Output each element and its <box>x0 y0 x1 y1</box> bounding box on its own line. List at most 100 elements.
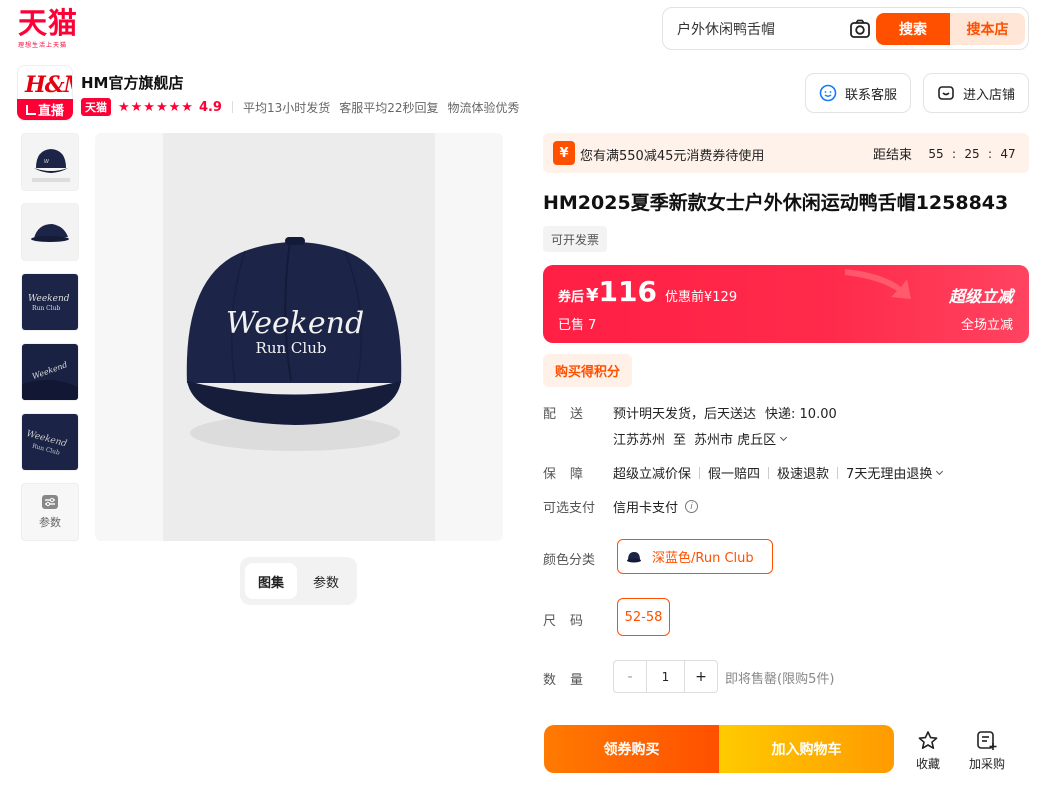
price-currency: ¥ <box>586 285 599 306</box>
thumbnail-3[interactable]: Weekend Run Club <box>21 273 79 331</box>
invoice-tag: 可开发票 <box>543 226 608 252</box>
sku-size-option[interactable]: 52-58 <box>617 598 670 636</box>
coupon-text: 您有满550减45元消费券待使用 <box>580 149 765 164</box>
cap-mini-icon <box>627 551 641 562</box>
cap-embroidery-line1: Weekend <box>226 306 364 341</box>
image-tab-switch: 图集 参数 <box>240 557 357 605</box>
live-icon <box>25 104 36 115</box>
chevron-down-icon <box>936 467 944 475</box>
coupon-icon: ¥ <box>553 141 575 165</box>
tab-params[interactable]: 参数 <box>300 563 352 599</box>
contact-service-button[interactable]: 联系客服 <box>805 73 911 113</box>
purchase-list-button[interactable]: 加采购 <box>964 730 1010 772</box>
favorite-button[interactable]: 收藏 <box>905 730 951 772</box>
points-tag[interactable]: 购买得积分 <box>543 354 633 387</box>
shipping-fee: 快递: 10.00 <box>765 407 837 422</box>
cap-illustration: Weekend Run Club <box>186 237 402 451</box>
live-label: 直播 <box>37 104 64 119</box>
params-thumb-label: 参数 <box>39 516 61 529</box>
quantity-decrease-button[interactable]: - <box>614 661 646 692</box>
contact-service-label: 联系客服 <box>844 87 897 103</box>
tmall-logo[interactable]: 天猫 理想生活上天猫 <box>18 8 88 54</box>
add-to-cart-button[interactable]: 加入购物车 <box>719 725 894 773</box>
sku-color-option[interactable]: 深蓝色/Run Club <box>617 539 773 574</box>
sold-count: 已售 7 <box>558 318 597 333</box>
logo-tagline: 理想生活上天猫 <box>18 42 68 49</box>
sliders-icon <box>42 495 58 509</box>
star-icon <box>918 731 938 749</box>
purchase-buttons: 领券购买 加入购物车 <box>544 725 894 773</box>
size-label: 尺码 <box>543 614 598 629</box>
info-icon[interactable]: i <box>685 500 699 513</box>
ship-to: 苏州市 虎丘区 <box>694 433 777 448</box>
shop-name[interactable]: HM官方旗舰店 <box>81 72 183 93</box>
chevron-down-icon <box>780 433 788 441</box>
ship-from: 江苏苏州 <box>613 433 666 448</box>
guarantee-item: 超级立减价保 <box>613 467 692 482</box>
guarantee-item: 极速退款 <box>777 467 830 482</box>
shop-search-button[interactable]: 搜本店 <box>950 13 1025 45</box>
original-price: 优惠前¥129 <box>665 290 738 305</box>
promo-title: 超级立减 <box>948 287 1013 306</box>
countdown-minutes: 25 <box>964 146 980 161</box>
quantity-stepper: - 1 + <box>613 660 718 693</box>
metric-logistics: 物流体验优秀 <box>447 100 520 115</box>
guarantee-list[interactable]: 超级立减价保 假一赔四 极速退款 7天无理由退换 <box>613 463 944 482</box>
quantity-label: 数量 <box>543 673 598 688</box>
store-icon <box>938 86 954 100</box>
tab-gallery[interactable]: 图集 <box>245 563 297 599</box>
delivery-label: 配送 <box>543 407 598 422</box>
price-row: 券后 ¥ 116 优惠前¥129 <box>558 275 737 308</box>
shop-metrics: 天猫 ★★★★★★ 4.9 平均13小时发货 客服平均22秒回复 物流体验优秀 <box>81 98 529 116</box>
delivery-info: 预计明天发货，后天送达 快递: 10.00 <box>613 403 837 422</box>
buy-now-button[interactable]: 领券购买 <box>544 725 719 773</box>
guarantee-item: 7天无理由退换 <box>846 467 933 482</box>
quantity-input[interactable]: 1 <box>646 661 685 692</box>
divider <box>699 466 701 479</box>
thumbnail-5[interactable]: Weekend Run Club <box>21 413 79 471</box>
purchase-list-icon <box>977 731 997 750</box>
live-badge[interactable]: 直播 <box>17 99 73 120</box>
color-value: 深蓝色/Run Club <box>652 551 754 566</box>
stock-note: 即将售罄(限购5件) <box>725 672 835 687</box>
service-icon <box>819 84 837 102</box>
main-product-image[interactable]: Weekend Run Club <box>95 133 503 541</box>
thumbnail-1[interactable]: W <box>21 133 79 191</box>
countdown-label: 距结束 <box>872 148 912 163</box>
countdown: 距结束 55 : 25 : 47 <box>872 144 1019 164</box>
payment-info: 信用卡支付 i <box>613 497 699 516</box>
params-thumbnail[interactable]: 参数 <box>21 483 79 541</box>
favorite-label: 收藏 <box>915 757 940 771</box>
delivery-eta: 预计明天发货，后天送达 <box>613 407 757 422</box>
tmall-tag: 天猫 <box>81 98 111 116</box>
rating-value: 4.9 <box>198 99 222 115</box>
cap-embroidery-line2: Run Club <box>256 339 327 357</box>
camera-icon[interactable] <box>849 19 871 39</box>
countdown-colon: : <box>951 146 957 161</box>
rating-stars-icon: ★★★★★★ <box>118 99 194 115</box>
purchase-list-label: 加采购 <box>968 757 1005 771</box>
divider <box>768 466 770 479</box>
thumbnail-4[interactable]: Weekend <box>21 343 79 401</box>
divider <box>231 101 233 113</box>
search-input[interactable] <box>677 19 847 39</box>
enter-store-button[interactable]: 进入店铺 <box>923 73 1029 113</box>
guarantee-item: 假一赔四 <box>708 467 761 482</box>
hm-logo: H&M <box>25 72 72 98</box>
logo-text: 天猫 <box>18 6 79 40</box>
metric-shipping: 平均13小时发货 <box>242 100 331 115</box>
countdown-seconds: 47 <box>1000 146 1016 161</box>
arrow-decoration <box>845 269 911 299</box>
price-prefix: 券后 <box>558 290 585 305</box>
coupon-bar[interactable]: ¥ 您有满550减45元消费券待使用 距结束 55 : 25 : 47 <box>543 133 1029 173</box>
delivery-route[interactable]: 江苏苏州 至 苏州市 虎丘区 <box>613 429 788 448</box>
guarantee-label: 保障 <box>543 467 598 482</box>
search-button[interactable]: 搜索 <box>876 13 950 45</box>
thumbnail-2[interactable] <box>21 203 79 261</box>
thumbnail-list: W Weekend Run Club Weekend Weekend Run Clu… <box>21 133 79 541</box>
enter-store-label: 进入店铺 <box>962 87 1015 103</box>
metric-service: 客服平均22秒回复 <box>339 100 439 115</box>
quantity-increase-button[interactable]: + <box>685 661 717 692</box>
product-title: HM2025夏季新款女士户外休闲运动鸭舌帽1258843 <box>543 192 1009 214</box>
route-to-word: 至 <box>673 433 687 448</box>
